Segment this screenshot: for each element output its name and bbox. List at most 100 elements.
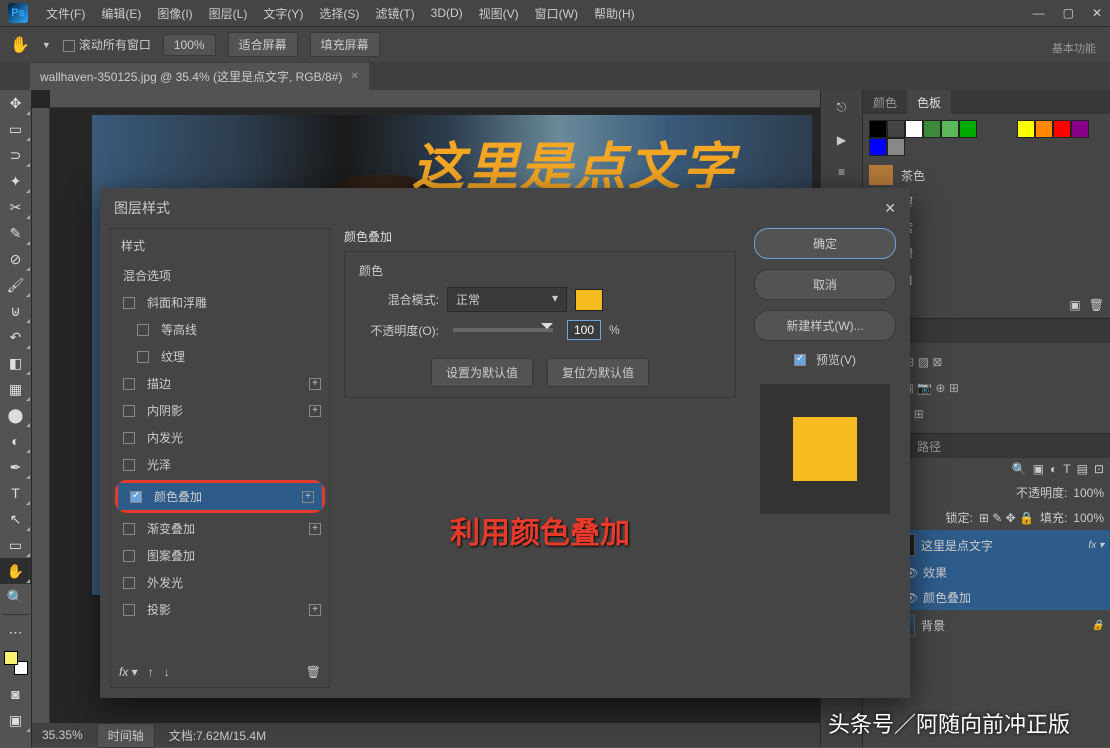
opacity-input[interactable]: 100 bbox=[567, 320, 601, 340]
menu-help[interactable]: 帮助(H) bbox=[586, 5, 643, 22]
close-icon[interactable]: ✕ bbox=[884, 200, 896, 217]
opacity-value[interactable]: 100% bbox=[1073, 486, 1104, 500]
tab-color[interactable]: 颜色 bbox=[863, 90, 907, 114]
fit-screen-button[interactable]: 适合屏幕 bbox=[228, 32, 298, 57]
quick-mask-icon[interactable]: ◙ bbox=[0, 681, 31, 707]
actions-panel-icon[interactable]: ▶ bbox=[837, 133, 846, 147]
screen-mode-icon[interactable]: ▣ bbox=[0, 707, 31, 733]
menu-image[interactable]: 图像(I) bbox=[149, 5, 200, 22]
fill-screen-button[interactable]: 填充屏幕 bbox=[310, 32, 380, 57]
info-panel-icon[interactable]: ≡ bbox=[838, 165, 845, 179]
menu-layer[interactable]: 图层(L) bbox=[201, 5, 256, 22]
swatch-item[interactable] bbox=[923, 120, 941, 138]
style-contour[interactable]: 等高线 bbox=[111, 316, 329, 343]
eyedropper-tool[interactable]: ✎ bbox=[0, 220, 31, 246]
menu-type[interactable]: 文字(Y) bbox=[255, 5, 311, 22]
opacity-slider[interactable] bbox=[453, 328, 553, 332]
swatch-item[interactable] bbox=[869, 138, 887, 156]
move-down-icon[interactable]: ↓ bbox=[164, 665, 170, 679]
close-tab-icon[interactable]: ✕ bbox=[350, 71, 358, 82]
menu-edit[interactable]: 编辑(E) bbox=[93, 5, 149, 22]
menu-view[interactable]: 视图(V) bbox=[471, 5, 527, 22]
window-maximize-icon[interactable]: ▢ bbox=[1063, 6, 1074, 20]
healing-tool[interactable]: ⊘ bbox=[0, 246, 31, 272]
workspace-switcher[interactable]: 基本功能 bbox=[1052, 40, 1096, 56]
style-bevel[interactable]: 斜面和浮雕 bbox=[111, 289, 329, 316]
style-inner-shadow[interactable]: 内阴影+ bbox=[111, 397, 329, 424]
move-tool[interactable]: ✥ bbox=[0, 90, 31, 116]
ok-button[interactable]: 确定 bbox=[754, 228, 896, 259]
crop-tool[interactable]: ✂ bbox=[0, 194, 31, 220]
tool-preset-dropdown-icon[interactable]: ▼ bbox=[42, 40, 51, 50]
lasso-tool[interactable]: ⊃ bbox=[0, 142, 31, 168]
swatch-item[interactable] bbox=[869, 120, 887, 138]
zoom-level[interactable]: 35.35% bbox=[42, 728, 83, 742]
gradient-tool[interactable]: ▦ bbox=[0, 376, 31, 402]
path-select-tool[interactable]: ↖ bbox=[0, 506, 31, 532]
history-panel-icon[interactable]: ⎋ bbox=[837, 100, 847, 115]
eraser-tool[interactable]: ◧ bbox=[0, 350, 31, 376]
style-color-overlay[interactable]: 颜色叠加+ bbox=[118, 483, 322, 510]
blur-tool[interactable]: ⬤ bbox=[0, 402, 31, 428]
style-pattern-overlay[interactable]: 图案叠加 bbox=[111, 542, 329, 569]
fx-badge[interactable]: fx ▾ bbox=[1088, 540, 1104, 551]
scroll-all-checkbox[interactable] bbox=[63, 40, 75, 52]
window-minimize-icon[interactable]: — bbox=[1033, 6, 1045, 20]
doc-size[interactable]: 文档:7.62M/15.4M bbox=[169, 727, 266, 744]
delete-icon[interactable]: 🗑 bbox=[306, 665, 321, 679]
add-icon[interactable]: + bbox=[309, 604, 321, 616]
style-satin[interactable]: 光泽 bbox=[111, 451, 329, 478]
swatch-item[interactable] bbox=[905, 120, 923, 138]
style-drop-shadow[interactable]: 投影+ bbox=[111, 596, 329, 623]
reset-default-button[interactable]: 复位为默认值 bbox=[547, 358, 649, 387]
color-picker[interactable] bbox=[4, 651, 28, 675]
blend-mode-select[interactable]: 正常▾ bbox=[447, 287, 567, 312]
tab-swatches[interactable]: 色板 bbox=[907, 90, 951, 114]
blending-options[interactable]: 混合选项 bbox=[111, 262, 329, 289]
cancel-button[interactable]: 取消 bbox=[754, 269, 896, 300]
menu-filter[interactable]: 滤镜(T) bbox=[367, 5, 422, 22]
new-swatch-icon[interactable]: ▣ bbox=[1069, 298, 1080, 312]
style-list-header[interactable]: 样式 bbox=[111, 229, 329, 262]
delete-swatch-icon[interactable]: 🗑 bbox=[1089, 298, 1104, 312]
dodge-tool[interactable]: ◐ bbox=[0, 428, 31, 454]
fx-menu-icon[interactable]: fx ▾ bbox=[119, 665, 138, 679]
history-brush-tool[interactable]: ↶ bbox=[0, 324, 31, 350]
marquee-tool[interactable]: ▭ bbox=[0, 116, 31, 142]
stamp-tool[interactable]: ⊎ bbox=[0, 298, 31, 324]
swatch-item[interactable] bbox=[1017, 120, 1035, 138]
document-tab[interactable]: wallhaven-350125.jpg @ 35.4% (这里是点文字, RG… bbox=[30, 63, 369, 90]
color-row[interactable]: 茶色 bbox=[863, 162, 1110, 188]
preview-checkbox[interactable] bbox=[794, 354, 806, 366]
swatch-item[interactable] bbox=[887, 138, 905, 156]
window-close-icon[interactable]: ✕ bbox=[1092, 6, 1102, 20]
overlay-color-swatch[interactable] bbox=[575, 289, 603, 311]
swatch-item[interactable] bbox=[887, 120, 905, 138]
swatch-item[interactable] bbox=[941, 120, 959, 138]
add-icon[interactable]: + bbox=[309, 523, 321, 535]
set-default-button[interactable]: 设置为默认值 bbox=[431, 358, 533, 387]
tab-paths[interactable]: 路径 bbox=[907, 434, 951, 458]
pen-tool[interactable]: ✒ bbox=[0, 454, 31, 480]
shape-tool[interactable]: ▭ bbox=[0, 532, 31, 558]
hand-tool[interactable]: ✋ bbox=[0, 558, 31, 584]
swatch-item[interactable] bbox=[1053, 120, 1071, 138]
menu-window[interactable]: 窗口(W) bbox=[527, 5, 586, 22]
swatch-item[interactable] bbox=[959, 120, 977, 138]
menu-3d[interactable]: 3D(D) bbox=[423, 6, 471, 20]
add-icon[interactable]: + bbox=[309, 405, 321, 417]
fill-value[interactable]: 100% bbox=[1073, 511, 1104, 525]
new-style-button[interactable]: 新建样式(W)... bbox=[754, 310, 896, 341]
brush-tool[interactable]: 🖌 bbox=[0, 272, 31, 298]
move-up-icon[interactable]: ↑ bbox=[148, 665, 154, 679]
style-gradient-overlay[interactable]: 渐变叠加+ bbox=[111, 515, 329, 542]
timeline-button[interactable]: 时间轴 bbox=[97, 723, 155, 748]
quick-select-tool[interactable]: ✦ bbox=[0, 168, 31, 194]
swatch-item[interactable] bbox=[1071, 120, 1089, 138]
style-inner-glow[interactable]: 内发光 bbox=[111, 424, 329, 451]
menu-file[interactable]: 文件(F) bbox=[38, 5, 93, 22]
style-texture[interactable]: 纹理 bbox=[111, 343, 329, 370]
edit-toolbar-icon[interactable]: ⋯ bbox=[0, 619, 31, 645]
style-stroke[interactable]: 描边+ bbox=[111, 370, 329, 397]
swatch-item[interactable] bbox=[1035, 120, 1053, 138]
